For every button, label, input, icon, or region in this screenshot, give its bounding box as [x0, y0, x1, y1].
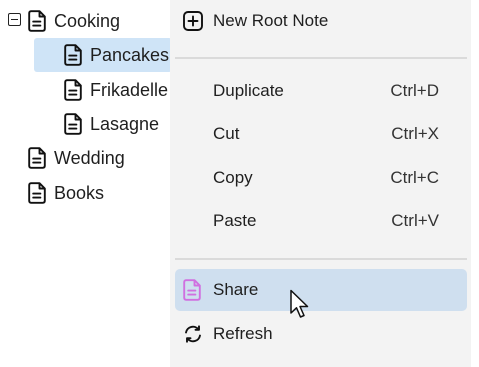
note-icon: [28, 10, 46, 32]
menu-item-label: Copy: [213, 168, 253, 187]
note-icon: [183, 279, 201, 301]
menu-separator: [175, 258, 467, 260]
menu-item-copy[interactable]: Copy Ctrl+C: [175, 157, 467, 199]
menu-item-paste[interactable]: Paste Ctrl+V: [175, 200, 467, 242]
note-icon: [28, 182, 46, 204]
note-icon: [64, 113, 82, 135]
tree-item-label: Wedding: [54, 147, 125, 168]
menu-item-label: Paste: [213, 211, 257, 230]
tree-item-pancakes[interactable]: Pancakes: [34, 38, 172, 72]
menu-item-label: Refresh: [213, 324, 273, 343]
menu-item-shortcut: Ctrl+C: [390, 168, 439, 187]
tree-item-label: Books: [54, 182, 105, 203]
tree-item-books[interactable]: Books: [28, 176, 104, 210]
menu-item-label: New Root Note: [213, 11, 329, 30]
tree-item-label: Frikadelle: [90, 79, 169, 100]
menu-item-label: Duplicate: [213, 81, 284, 100]
note-icon: [64, 44, 82, 66]
collapse-toggle-icon[interactable]: [8, 13, 21, 26]
menu-item-share[interactable]: Share: [175, 269, 467, 311]
note-icon: [28, 147, 46, 169]
mouse-cursor-icon: [289, 289, 315, 321]
menu-item-shortcut: Ctrl+V: [391, 211, 439, 230]
context-menu: New Root Note Duplicate Ctrl+D Cut Ctrl+…: [170, 0, 471, 367]
note-tree: Cooking Pancakes Frikadelle Lasagne Wedd: [0, 0, 172, 367]
tree-item-label: Pancakes: [90, 44, 170, 65]
note-icon: [64, 79, 82, 101]
menu-item-new-root-note[interactable]: New Root Note: [175, 0, 467, 42]
menu-item-label: Cut: [213, 124, 240, 143]
menu-item-label: Share: [213, 280, 259, 299]
menu-item-shortcut: Ctrl+X: [391, 124, 439, 143]
tree-item-label: Cooking: [54, 10, 121, 31]
tree-item-wedding[interactable]: Wedding: [28, 141, 125, 175]
tree-item-label: Lasagne: [90, 113, 160, 134]
menu-item-duplicate[interactable]: Duplicate Ctrl+D: [175, 70, 467, 112]
refresh-icon: [181, 322, 205, 346]
menu-item-cut[interactable]: Cut Ctrl+X: [175, 113, 467, 155]
tree-item-cooking[interactable]: Cooking: [28, 4, 120, 38]
plus-square-icon: [181, 9, 205, 33]
tree-item-frikadelle[interactable]: Frikadelle: [64, 73, 168, 107]
menu-item-refresh[interactable]: Refresh: [175, 313, 467, 355]
tree-item-lasagne[interactable]: Lasagne: [64, 107, 159, 141]
window: Cooking Pancakes Frikadelle Lasagne Wedd: [0, 0, 479, 367]
menu-item-shortcut: Ctrl+D: [390, 81, 439, 100]
menu-separator: [175, 57, 467, 59]
